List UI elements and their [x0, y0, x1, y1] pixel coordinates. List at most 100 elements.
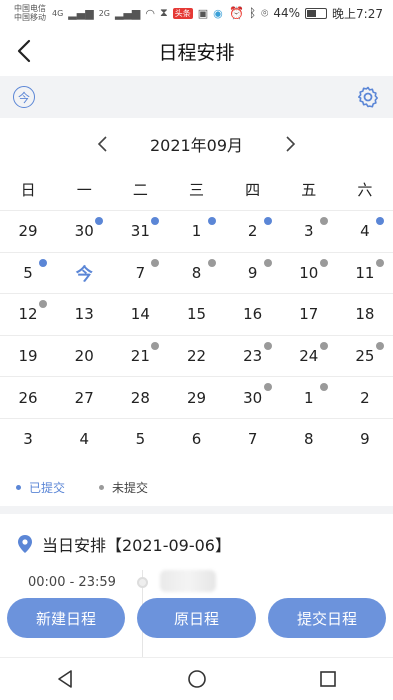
- weekday-label: 日: [20, 181, 36, 199]
- calendar-week-row: 26 27 28 29 30 1 2: [0, 376, 393, 418]
- calendar-day[interactable]: 5: [112, 419, 168, 460]
- calendar-day[interactable]: 23: [225, 336, 281, 377]
- entry-time: 00:00 - 23:59: [28, 575, 116, 590]
- calendar-day[interactable]: 22: [168, 336, 224, 377]
- app-header: 日程安排: [0, 26, 393, 76]
- system-nav-bar: [0, 657, 393, 700]
- calendar-day[interactable]: 1: [168, 211, 224, 252]
- calendar-day[interactable]: 1: [281, 377, 337, 418]
- calendar-day[interactable]: 21: [112, 336, 168, 377]
- day-number: 29: [186, 388, 207, 407]
- wifi-icon: ◠: [145, 6, 155, 20]
- day-number: 28: [130, 388, 150, 407]
- prev-month-icon[interactable]: [96, 134, 110, 154]
- calendar-day[interactable]: 10: [281, 253, 337, 294]
- calendar-day[interactable]: 31: [112, 211, 168, 252]
- day-number: 9: [360, 430, 370, 449]
- calendar-day[interactable]: 8: [168, 253, 224, 294]
- weekday-label: 二: [132, 181, 148, 199]
- unsubmitted-dot-icon: [99, 484, 105, 490]
- calendar-day[interactable]: 17: [281, 294, 337, 335]
- calendar-day[interactable]: 7: [225, 419, 281, 460]
- schedule-header: 当日安排【2021-09-06】: [16, 532, 231, 556]
- calendar-day[interactable]: 2: [225, 211, 281, 252]
- day-number: 12: [18, 305, 38, 324]
- calendar-day[interactable]: 29: [0, 211, 56, 252]
- calendar-week-row: 5 今 7 8 9 10 11: [0, 251, 393, 294]
- weekday-label: 四: [245, 181, 261, 199]
- day-number: 22: [186, 347, 207, 366]
- calendar-day[interactable]: 7: [112, 253, 168, 294]
- unsubmitted-dot-icon: [263, 341, 272, 350]
- submit-schedule-button[interactable]: 提交日程: [268, 598, 386, 638]
- day-number: 1: [304, 388, 314, 407]
- calendar-day[interactable]: 20: [56, 336, 112, 377]
- submitted-dot-icon: [95, 217, 104, 225]
- nav-back-icon[interactable]: [51, 664, 81, 694]
- section-divider: [0, 506, 393, 514]
- day-number: 30: [243, 388, 263, 407]
- calendar-day[interactable]: 18: [337, 294, 393, 335]
- network-2: 2G: [98, 8, 110, 18]
- settings-gear-icon[interactable]: [356, 85, 380, 109]
- day-number: 4: [79, 430, 89, 449]
- calendar-day[interactable]: 16: [225, 294, 281, 335]
- calendar-day[interactable]: 12: [0, 294, 56, 335]
- calendar-day[interactable]: 26: [0, 377, 56, 418]
- calendar-day[interactable]: 28: [112, 377, 168, 418]
- calendar-day[interactable]: 25: [337, 336, 393, 377]
- calendar-day[interactable]: 9: [337, 419, 393, 460]
- nav-home-icon[interactable]: [182, 664, 212, 694]
- schedule-title: 当日安排【2021-09-06】: [42, 536, 231, 555]
- calendar-day[interactable]: 13: [56, 294, 112, 335]
- submitted-dot-icon: [39, 258, 48, 267]
- page-title: 日程安排: [158, 41, 235, 64]
- blurred-entry-content[interactable]: [160, 570, 216, 592]
- day-number: 29: [18, 222, 38, 241]
- calendar-day[interactable]: 5: [0, 253, 56, 294]
- hourglass-icon: ⧗: [159, 6, 168, 19]
- calendar-day[interactable]: 3: [0, 419, 56, 460]
- day-number: 8: [304, 430, 314, 449]
- calendar-day[interactable]: 4: [337, 211, 393, 252]
- calendar-day[interactable]: 29: [168, 377, 224, 418]
- unsubmitted-dot-icon: [39, 300, 48, 309]
- unsubmitted-dot-icon: [263, 258, 272, 267]
- carrier-1: 中国电信: [14, 4, 46, 13]
- calendar-day[interactable]: 14: [112, 294, 168, 335]
- unsubmitted-dot-icon: [151, 341, 160, 350]
- nav-recents-icon[interactable]: [313, 664, 343, 694]
- calendar-day[interactable]: 27: [56, 377, 112, 418]
- calendar-day[interactable]: 11: [337, 253, 393, 294]
- bluetooth-icon: ᛒ: [248, 6, 257, 20]
- status-bar: 中国电信 中国移动 4G ▂▄▆ 2G ▂▄▆ ◠ ⧗ 头条 ▣ ◉ ⏰ ᛒ ⌾…: [0, 0, 393, 26]
- next-month-icon[interactable]: [283, 134, 297, 154]
- calendar-day[interactable]: 19: [0, 336, 56, 377]
- calendar-day[interactable]: 9: [225, 253, 281, 294]
- day-number: 1: [191, 222, 202, 241]
- day-number: 11: [355, 263, 375, 282]
- day-number: 3: [23, 430, 33, 449]
- back-icon[interactable]: [14, 38, 36, 64]
- today-button[interactable]: 今: [13, 86, 35, 108]
- day-number: 14: [130, 305, 150, 324]
- calendar-day[interactable]: 3: [281, 211, 337, 252]
- calendar-day[interactable]: 24: [281, 336, 337, 377]
- calendar-day[interactable]: 30: [56, 211, 112, 252]
- calendar-day-today[interactable]: 今: [56, 253, 112, 294]
- alarm-icon: ⏰: [229, 6, 244, 20]
- calendar-day[interactable]: 15: [168, 294, 224, 335]
- weekday-label: 一: [76, 181, 92, 199]
- calendar-day[interactable]: 4: [56, 419, 112, 460]
- calendar-day[interactable]: 8: [281, 419, 337, 460]
- unsubmitted-dot-icon: [319, 383, 328, 392]
- unsubmitted-dot-icon: [319, 217, 328, 225]
- signal-2-icon: ▂▄▆: [114, 6, 141, 20]
- carrier-info: 中国电信 中国移动: [14, 4, 46, 22]
- calendar-day[interactable]: 2: [337, 377, 393, 418]
- original-schedule-button[interactable]: 原日程: [137, 598, 256, 638]
- location-icon: ⌾: [261, 5, 269, 20]
- calendar-day[interactable]: 30: [225, 377, 281, 418]
- calendar-day[interactable]: 6: [168, 419, 224, 460]
- new-schedule-button[interactable]: 新建日程: [7, 598, 125, 638]
